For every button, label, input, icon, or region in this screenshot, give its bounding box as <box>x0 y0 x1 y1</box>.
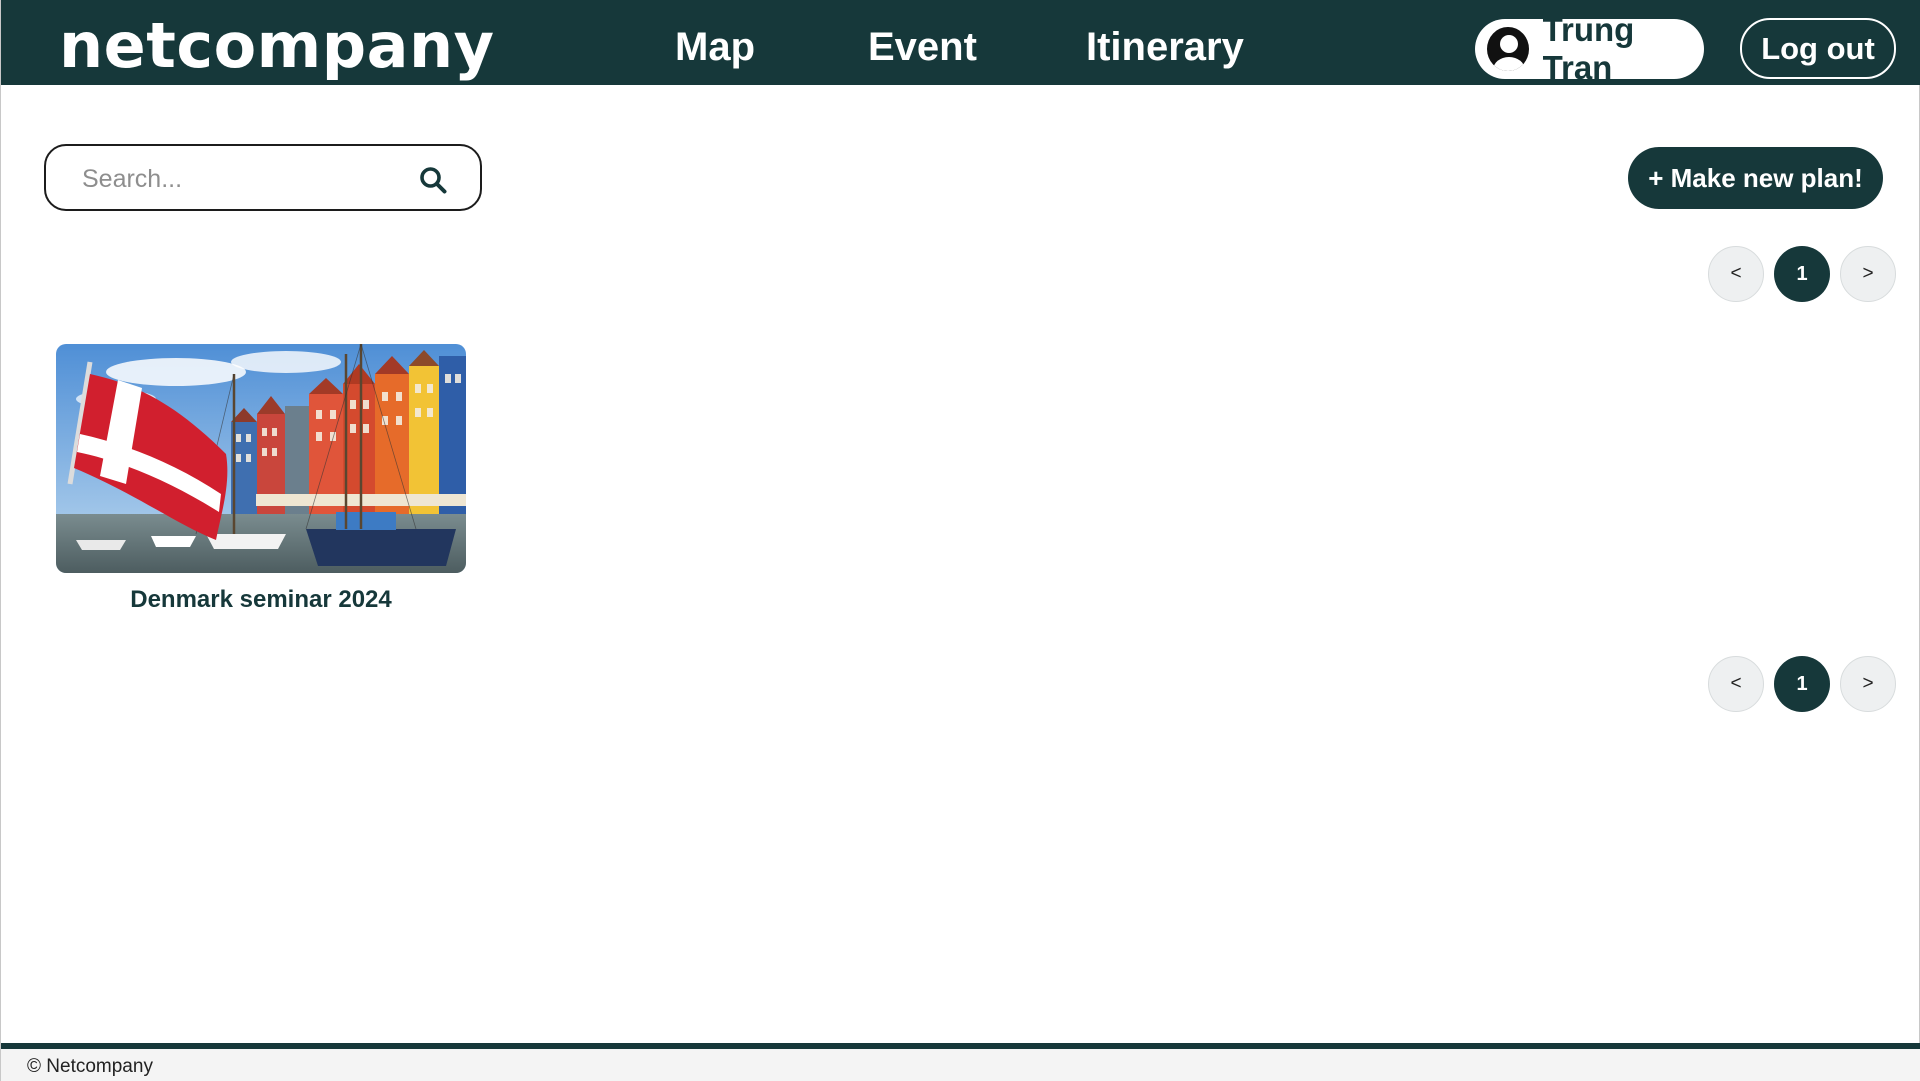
pagination-bottom: < 1 > <box>1708 656 1898 712</box>
search-icon[interactable] <box>419 166 447 194</box>
make-new-plan-button[interactable]: + Make new plan! <box>1628 147 1883 209</box>
user-avatar-icon <box>1487 27 1529 71</box>
nav-itinerary-link[interactable]: Itinerary <box>1086 22 1244 72</box>
nav-map-link[interactable]: Map <box>675 22 755 72</box>
plan-title[interactable]: Denmark seminar 2024 <box>56 586 466 614</box>
next-page-button[interactable]: > <box>1840 656 1896 712</box>
footer: © Netcompany <box>1 1043 1920 1081</box>
plan-card[interactable]: Denmark seminar 2024 <box>56 344 466 614</box>
top-navbar: netcompany Map Event Itinerary Trung Tra… <box>1 0 1920 86</box>
search-bar <box>44 144 482 211</box>
user-name: Trung Tran <box>1542 11 1635 86</box>
search-input[interactable] <box>82 160 402 198</box>
copyright-text: © Netcompany <box>27 1056 153 1077</box>
page-1-button[interactable]: 1 <box>1774 246 1830 302</box>
next-page-button[interactable]: > <box>1840 246 1896 302</box>
logout-button[interactable]: Log out <box>1740 18 1896 79</box>
netcompany-logo[interactable]: netcompany <box>59 10 495 82</box>
pagination-top: < 1 > <box>1708 246 1898 302</box>
previous-page-button[interactable]: < <box>1708 246 1764 302</box>
page-1-button[interactable]: 1 <box>1774 656 1830 712</box>
nyhavn-harbor-image <box>56 344 466 573</box>
user-profile-button[interactable]: Trung Tran <box>1475 11 1704 86</box>
nav-event-link[interactable]: Event <box>868 22 977 72</box>
previous-page-button[interactable]: < <box>1708 656 1764 712</box>
plan-thumbnail-image[interactable] <box>56 344 466 573</box>
